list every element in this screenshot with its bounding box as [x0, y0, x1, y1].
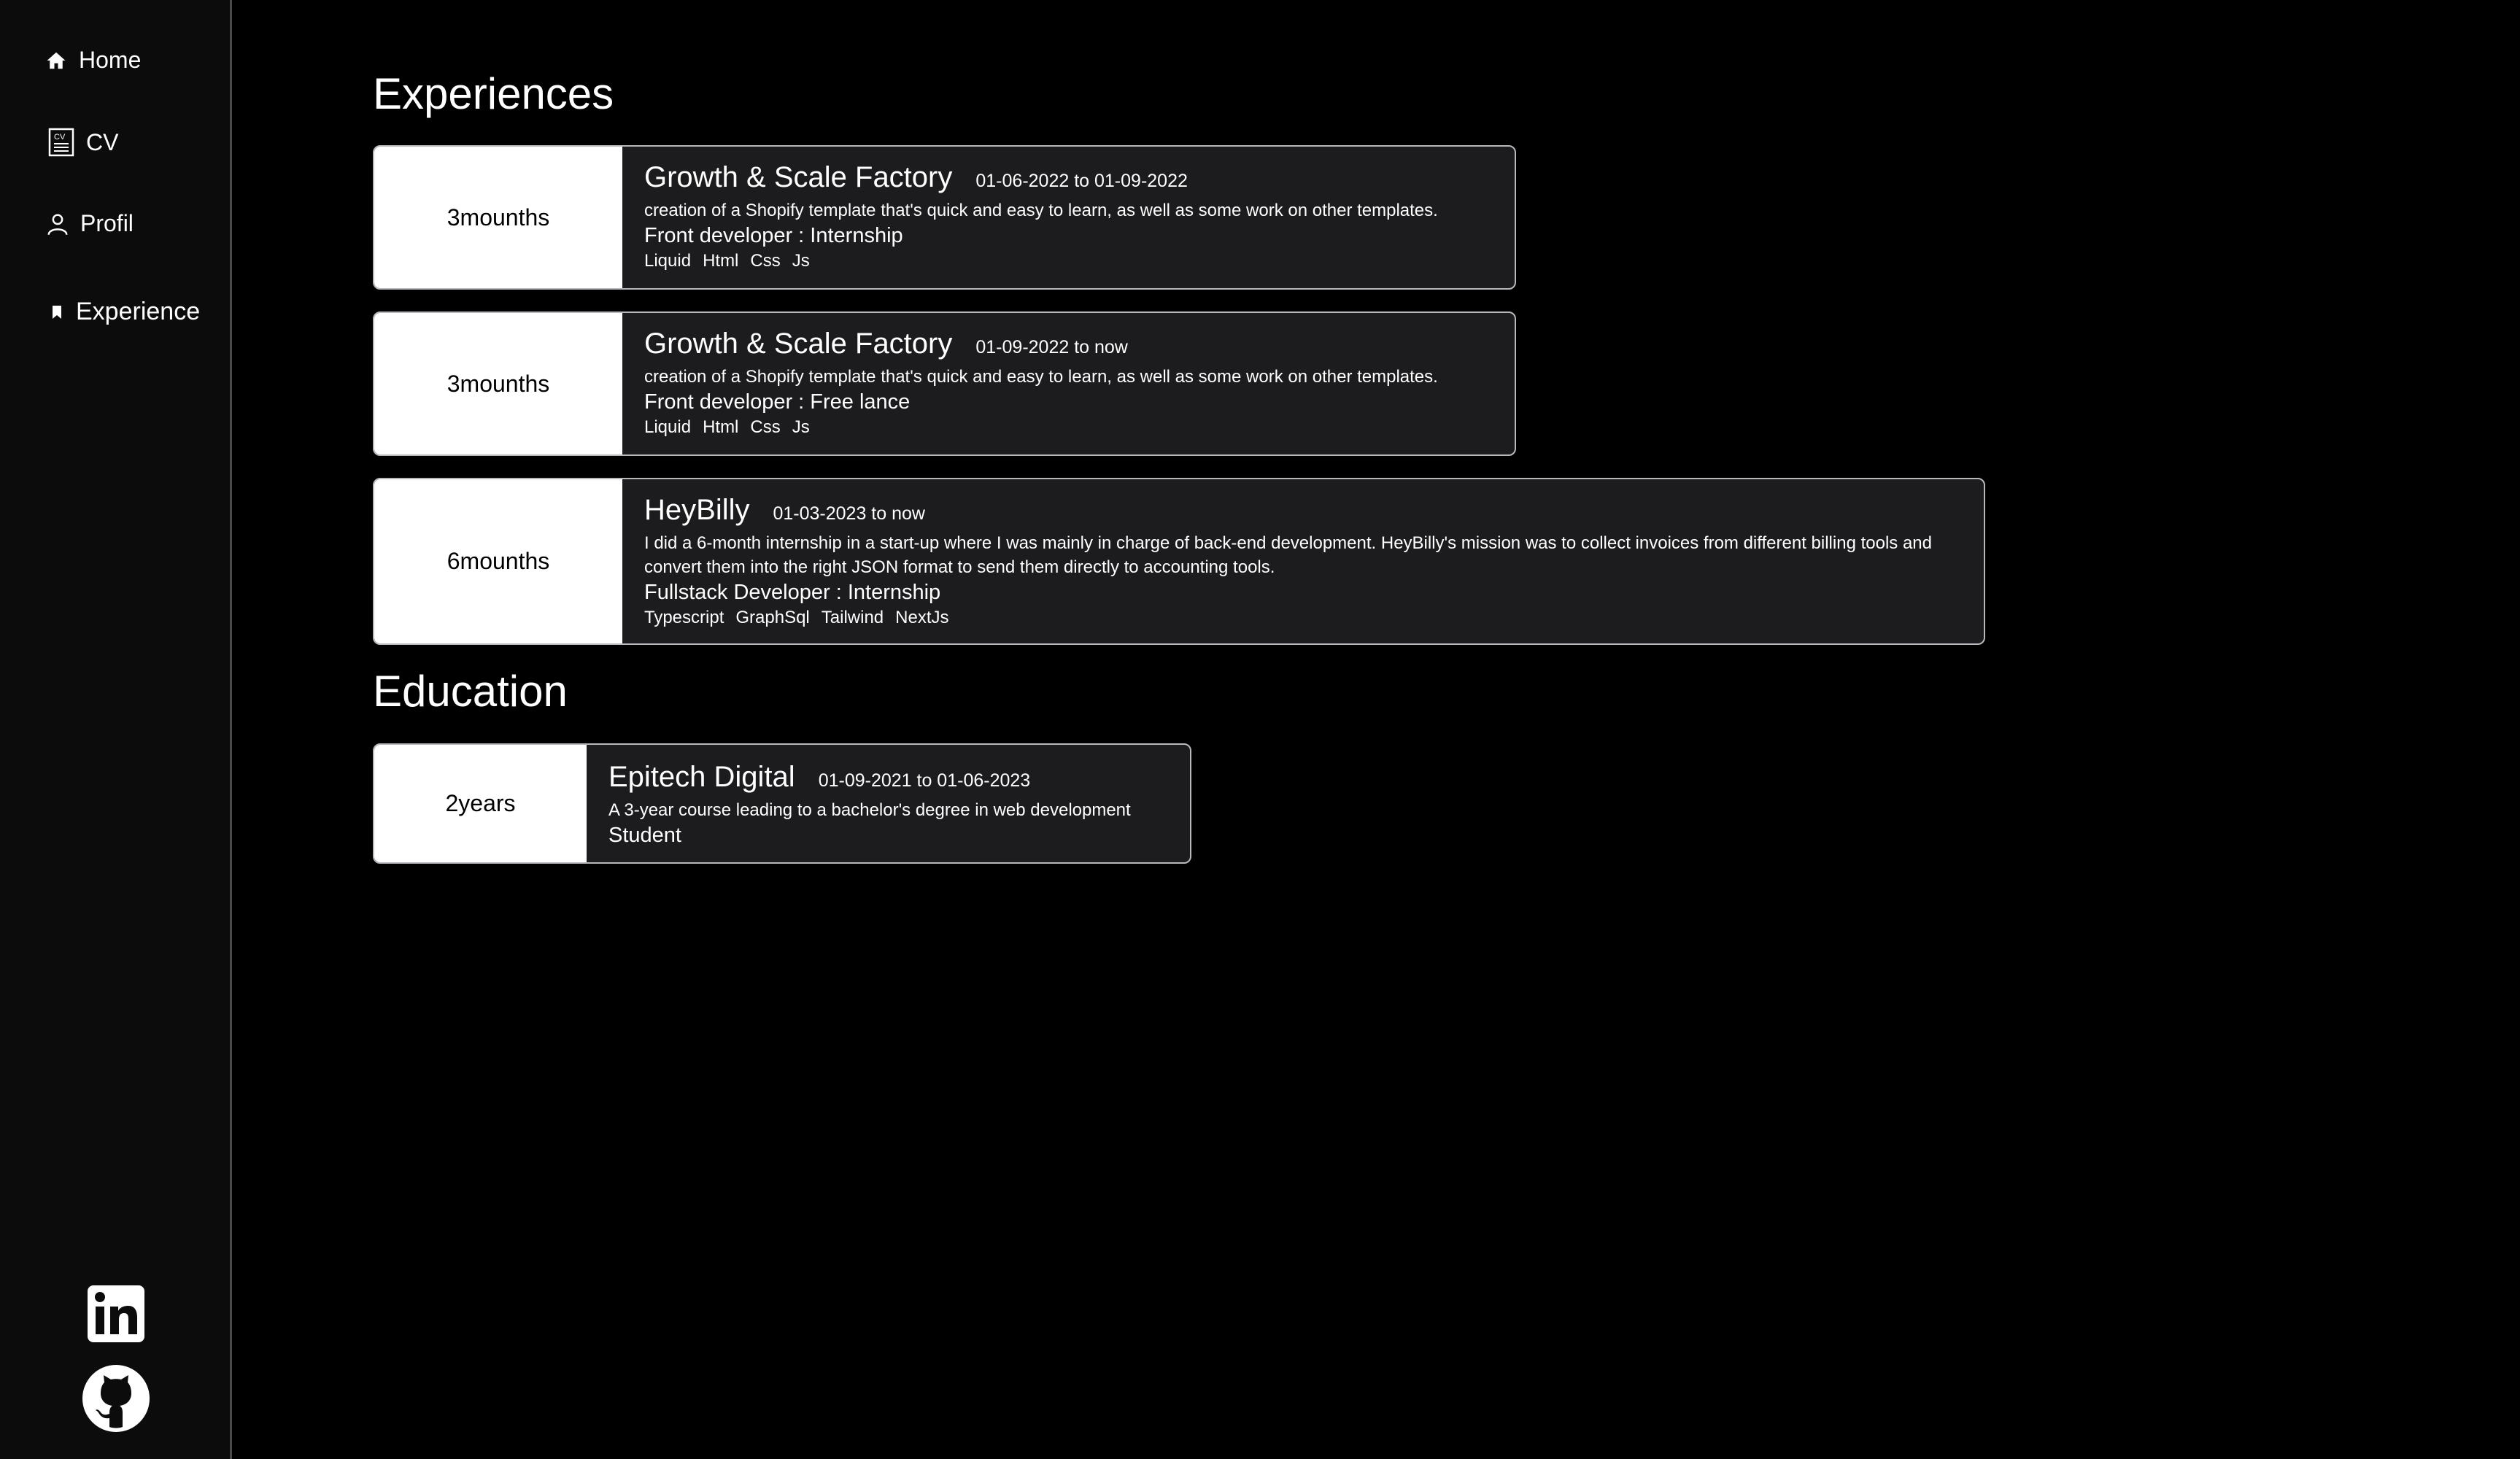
nav-item-label: CV [86, 128, 119, 155]
section-title-experiences: Experiences [373, 69, 614, 118]
duration-badge: 2years [374, 745, 587, 862]
github-link[interactable] [0, 1364, 232, 1436]
experience-card: 3mounths Growth & Scale Factory 01-06-20… [373, 145, 1516, 290]
job-role: Front developer : Free lance [644, 390, 911, 414]
cv-icon: CV [48, 128, 74, 157]
experience-description: creation of a Shopify template that's qu… [644, 367, 1438, 387]
tech-tag: Css [750, 417, 781, 437]
experience-card: 6mounths HeyBilly 01-03-2023 to now I di… [373, 478, 1985, 645]
tech-tag: Typescript [644, 608, 724, 627]
tech-tag: Js [792, 251, 810, 271]
linkedin-link[interactable] [0, 1285, 232, 1346]
nav-item-experience[interactable]: Experience [50, 298, 200, 326]
nav-item-label: Home [79, 47, 142, 73]
experience-details: Growth & Scale Factory 01-09-2022 to now… [622, 313, 1515, 454]
tech-tags: Liquid Html Css Js [644, 417, 1493, 438]
tech-tag: Tailwind [821, 608, 884, 627]
github-icon [82, 1364, 150, 1436]
nav-item-home[interactable]: Home [45, 47, 141, 74]
tech-tag: Liquid [644, 417, 692, 437]
job-role: Front developer : Internship [644, 224, 903, 247]
experience-details: HeyBilly 01-03-2023 to now I did a 6-mon… [622, 479, 1984, 643]
sidebar: Home CV CV Profil Experience [0, 0, 232, 1459]
date-range: 01-03-2023 to now [773, 503, 925, 524]
user-icon [47, 212, 69, 236]
date-range: 01-09-2022 to now [975, 337, 1128, 357]
tech-tags: Typescript GraphSql Tailwind NextJs [644, 608, 1962, 628]
home-icon [45, 50, 67, 71]
experience-details: Growth & Scale Factory 01-06-2022 to 01-… [622, 147, 1515, 288]
tech-tag: NextJs [895, 608, 949, 627]
tech-tag: Css [750, 251, 781, 271]
company-name: HeyBilly [644, 494, 750, 526]
tech-tag: Liquid [644, 251, 692, 271]
company-name: Growth & Scale Factory [644, 328, 953, 360]
experience-card: 3mounths Growth & Scale Factory 01-09-20… [373, 311, 1516, 456]
nav-item-cv[interactable]: CV CV [48, 128, 118, 157]
school-name: Epitech Digital [608, 761, 795, 793]
linkedin-icon [88, 1285, 144, 1346]
tech-tag: Html [703, 417, 739, 437]
experience-description: I did a 6-month internship in a start-up… [644, 533, 1932, 577]
tech-tag: Html [703, 251, 739, 271]
svg-text:CV: CV [54, 133, 66, 142]
duration-badge: 3mounths [374, 313, 622, 454]
tech-tags: Liquid Html Css Js [644, 251, 1493, 271]
education-description: A 3-year course leading to a bachelor's … [608, 800, 1131, 820]
education-details: Epitech Digital 01-09-2021 to 01-06-2023… [587, 745, 1190, 862]
nav-item-label: Experience [76, 298, 201, 325]
education-card: 2years Epitech Digital 01-09-2021 to 01-… [373, 743, 1191, 864]
experience-description: creation of a Shopify template that's qu… [644, 201, 1438, 220]
nav-item-label: Profil [80, 210, 134, 236]
duration-badge: 6mounths [374, 479, 622, 643]
date-range: 01-09-2021 to 01-06-2023 [818, 770, 1031, 791]
education-role: Student [608, 824, 681, 847]
duration-badge: 3mounths [374, 147, 622, 288]
tech-tag: Js [792, 417, 810, 437]
date-range: 01-06-2022 to 01-09-2022 [975, 171, 1188, 191]
section-title-education: Education [373, 667, 568, 716]
company-name: Growth & Scale Factory [644, 161, 953, 193]
job-role: Fullstack Developer : Internship [644, 581, 941, 604]
nav-item-profil[interactable]: Profil [47, 210, 134, 237]
bookmark-icon [50, 304, 64, 320]
tech-tag: GraphSql [735, 608, 810, 627]
